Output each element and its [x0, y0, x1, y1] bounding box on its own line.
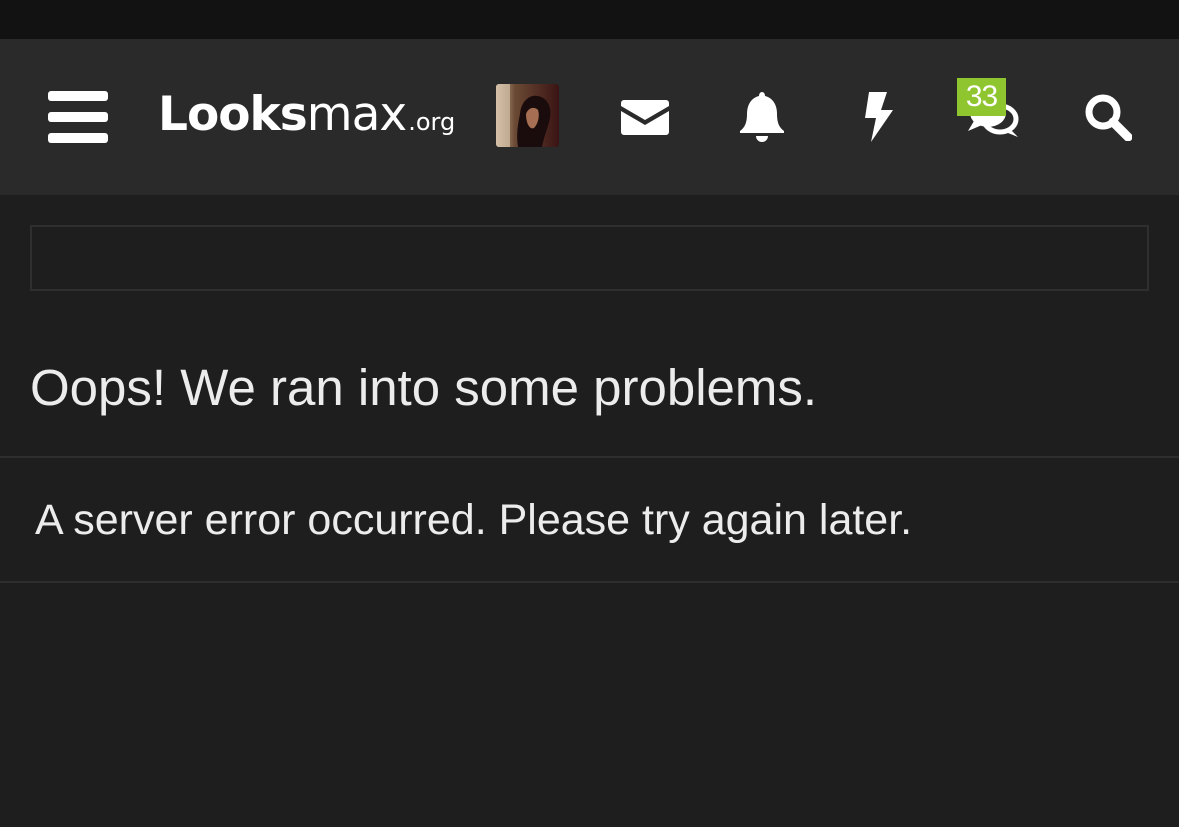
notice-box: [30, 225, 1149, 291]
bell-icon[interactable]: [734, 89, 790, 145]
top-navbar: Looksmax .org 33: [0, 39, 1179, 195]
envelope-icon[interactable]: [617, 89, 673, 145]
divider: [0, 456, 1179, 458]
logo-wordmark: Looksmax: [158, 87, 407, 142]
hamburger-menu-icon[interactable]: [48, 91, 108, 143]
logo-tld: .org: [408, 108, 456, 136]
bolt-icon[interactable]: [850, 89, 906, 145]
site-logo[interactable]: Looksmax .org: [158, 87, 455, 147]
search-icon[interactable]: [1080, 89, 1136, 145]
conversations-count-badge: 33: [957, 78, 1006, 116]
divider: [0, 581, 1179, 583]
top-status-strip: [0, 0, 1179, 39]
page-title: Oops! We ran into some problems.: [30, 359, 818, 416]
error-message: A server error occurred. Please try agai…: [35, 496, 913, 544]
avatar[interactable]: [496, 84, 559, 147]
